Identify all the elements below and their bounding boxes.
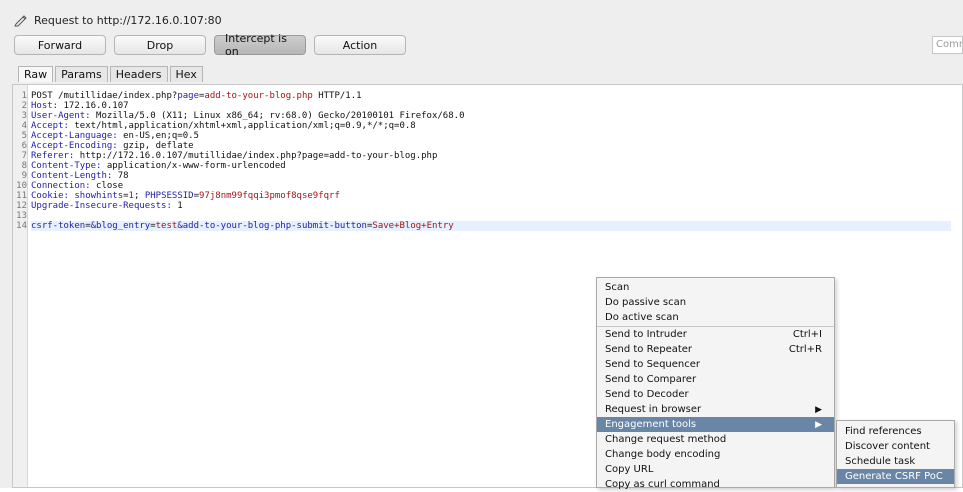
request-title: Request to http://172.16.0.107:80 bbox=[34, 13, 222, 27]
header-line: Referer: http://172.16.0.107/mutillidae/… bbox=[31, 151, 438, 161]
menu-item-send-to-repeater[interactable]: Send to Repeater Ctrl+R bbox=[597, 342, 834, 357]
submenu-item-find-references[interactable]: Find references bbox=[837, 424, 954, 439]
menu-item-engagement-tools[interactable]: Engagement tools ▶ bbox=[597, 417, 834, 432]
line-number: 7 bbox=[21, 151, 27, 161]
line-number: 5 bbox=[21, 131, 27, 141]
menu-item-request-in-browser[interactable]: Request in browser ▶ bbox=[597, 402, 834, 417]
menu-item-change-request-method[interactable]: Change request method bbox=[597, 432, 834, 447]
intercept-toolbar: Forward Drop Intercept is on Action bbox=[14, 32, 406, 58]
header-line: Upgrade-Insecure-Requests: 1 bbox=[31, 201, 183, 211]
line-number: 10 bbox=[16, 181, 27, 191]
menu-item-send-to-decoder[interactable]: Send to Decoder bbox=[597, 387, 834, 402]
message-tabs: Raw Params Headers Hex bbox=[18, 66, 203, 82]
menu-item-active-scan[interactable]: Do active scan bbox=[597, 310, 834, 325]
header-line: Connection: close bbox=[31, 181, 124, 191]
intercept-toggle-button[interactable]: Intercept is on bbox=[214, 32, 306, 58]
request-title-row: Request to http://172.16.0.107:80 bbox=[14, 12, 222, 28]
line-number: 12 bbox=[16, 201, 27, 211]
line-number: 6 bbox=[21, 141, 27, 151]
request-line: POST /mutillidae/index.php?page=add-to-y… bbox=[31, 91, 362, 101]
submenu-item-schedule-task[interactable]: Schedule task bbox=[837, 454, 954, 469]
line-number: 8 bbox=[21, 161, 27, 171]
action-button[interactable]: Action bbox=[314, 35, 406, 55]
request-code: POST /mutillidae/index.php?page=add-to-y… bbox=[31, 91, 951, 231]
line-number: 1 bbox=[21, 91, 27, 101]
tab-headers[interactable]: Headers bbox=[109, 66, 168, 82]
menu-item-copy-url[interactable]: Copy URL bbox=[597, 462, 834, 477]
header-line: Accept: text/html,application/xhtml+xml,… bbox=[31, 121, 416, 131]
line-number: 11 bbox=[16, 191, 27, 201]
menu-item-copy-as-curl[interactable]: Copy as curl command bbox=[597, 477, 834, 492]
line-number: 4 bbox=[21, 121, 27, 131]
header-line: User-Agent: Mozilla/5.0 (X11; Linux x86_… bbox=[31, 111, 465, 121]
body-line: csrf-token=&blog_entry=test&add-to-your-… bbox=[31, 221, 951, 231]
header-line: Content-Type: application/x-www-form-url… bbox=[31, 161, 286, 171]
header-line: Content-Length: 78 bbox=[31, 171, 129, 181]
tab-raw[interactable]: Raw bbox=[18, 66, 54, 82]
menu-item-send-to-comparer[interactable]: Send to Comparer bbox=[597, 372, 834, 387]
menu-item-passive-scan[interactable]: Do passive scan bbox=[597, 295, 834, 310]
submenu-item-generate-csrf-poc[interactable]: Generate CSRF PoC bbox=[837, 469, 954, 484]
pencil-icon bbox=[14, 15, 27, 27]
drop-button[interactable]: Drop bbox=[114, 35, 206, 55]
header-line: Accept-Encoding: gzip, deflate bbox=[31, 141, 194, 151]
menu-item-send-to-sequencer[interactable]: Send to Sequencer bbox=[597, 357, 834, 372]
engagement-tools-submenu: Find references Discover content Schedul… bbox=[836, 420, 955, 488]
burp-intercept-window: Request to http://172.16.0.107:80 Forwar… bbox=[0, 0, 963, 490]
line-numbers: 1 2 3 4 5 6 7 8 9 10 11 12 13 14 bbox=[13, 91, 27, 231]
line-number: 3 bbox=[21, 111, 27, 121]
cookie-header-line: Cookie: showhints=1; PHPSESSID=97j8nm99f… bbox=[31, 191, 340, 201]
tab-params[interactable]: Params bbox=[55, 66, 108, 82]
comment-input[interactable]: Comm bbox=[932, 36, 963, 54]
forward-button[interactable]: Forward bbox=[14, 35, 106, 55]
line-number: 13 bbox=[16, 211, 27, 221]
menu-item-send-to-intruder[interactable]: Send to Intruder Ctrl+I bbox=[597, 327, 834, 342]
empty-line bbox=[31, 211, 951, 221]
line-number: 2 bbox=[21, 101, 27, 111]
submenu-arrow-icon: ▶ bbox=[815, 419, 822, 430]
submenu-arrow-icon: ▶ bbox=[815, 404, 822, 415]
submenu-item-discover-content[interactable]: Discover content bbox=[837, 439, 954, 454]
menu-item-scan[interactable]: Scan bbox=[597, 280, 834, 295]
menu-item-change-body-encoding[interactable]: Change body encoding bbox=[597, 447, 834, 462]
header-line: Accept-Language: en-US,en;q=0.5 bbox=[31, 131, 199, 141]
line-number: 14 bbox=[16, 221, 27, 231]
context-menu: Scan Do passive scan Do active scan Send… bbox=[596, 277, 835, 490]
tab-hex[interactable]: Hex bbox=[169, 66, 203, 82]
header-line: Host: 172.16.0.107 bbox=[31, 101, 129, 111]
line-number: 9 bbox=[21, 171, 27, 181]
